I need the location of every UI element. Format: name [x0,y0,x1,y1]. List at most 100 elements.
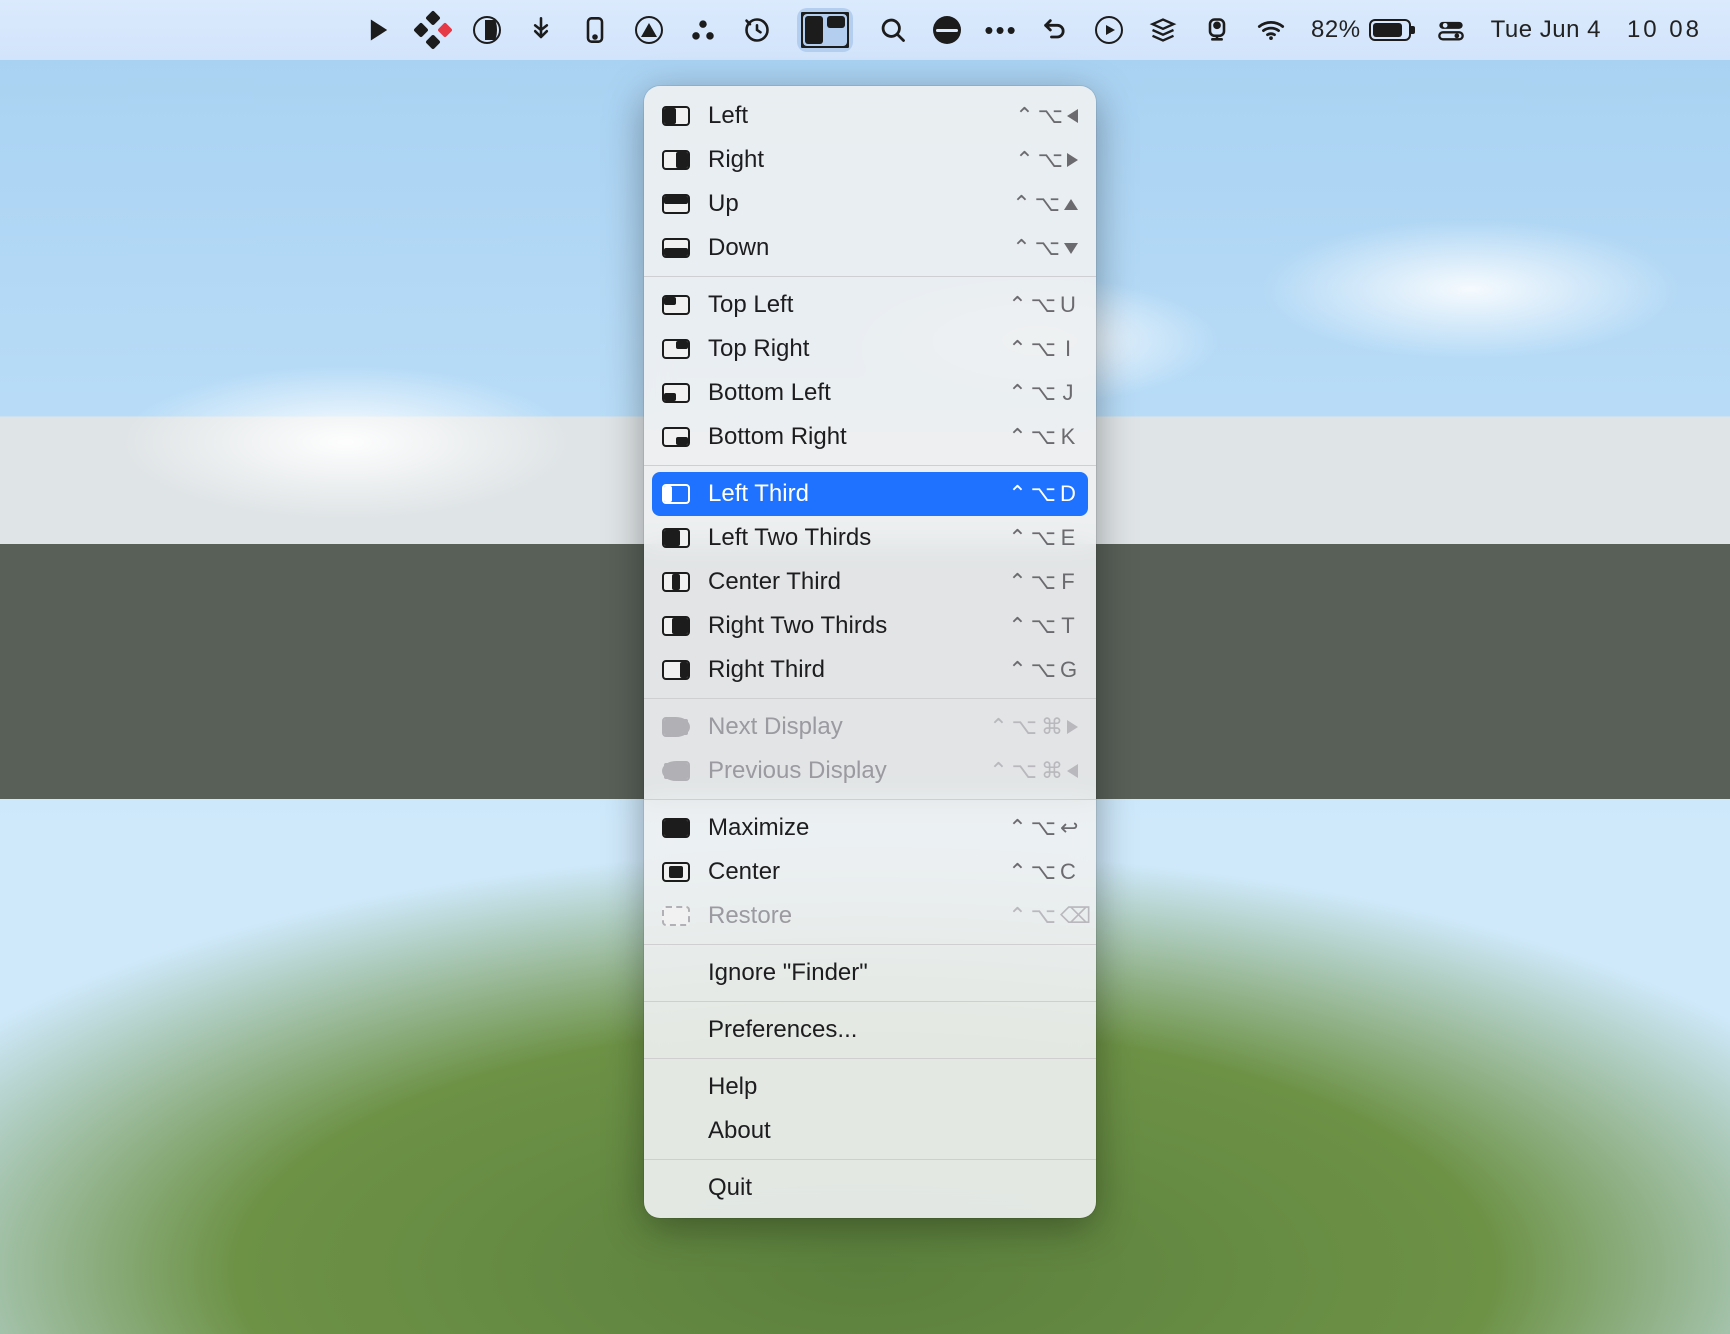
menu-shortcut: ⌃⌥J [1008,380,1078,406]
menubar-app-icon-14[interactable] [1203,16,1231,44]
menu-item-label: Previous Display [708,757,971,785]
menu-shortcut: ⌃⌥E [1008,525,1078,551]
menu-separator [644,799,1096,800]
menu-shortcut: ⌃⌥U [1008,292,1078,318]
menu-item-label: Down [708,234,994,262]
menu-item-label: Top Left [708,291,990,319]
menu-item-label: Right Third [708,656,990,684]
window-glyph-leftthird-icon [662,484,690,504]
menubar-app-icon-7[interactable] [689,16,717,44]
control-center-icon[interactable] [1437,16,1465,44]
wifi-icon[interactable] [1257,16,1285,44]
window-glyph-down-icon [662,238,690,258]
menu-shortcut: ⌃⌥I [1008,336,1078,362]
window-glyph-none-icon [662,906,690,926]
battery-percent-text: 82% [1311,16,1361,44]
menu-shortcut: ⌃⌥⌫ [1008,903,1078,929]
menu-item-label: Help [708,1073,1078,1101]
window-glyph-up-icon [662,194,690,214]
window-glyph-full-icon [662,818,690,838]
menu-item-right-two-thirds[interactable]: Right Two Thirds ⌃⌥T [644,604,1096,648]
menu-item-right-third[interactable]: Right Third ⌃⌥G [644,648,1096,692]
menu-item-label: Maximize [708,814,990,842]
menubar-app-icon-1[interactable] [365,16,393,44]
menu-shortcut: ⌃⌥T [1008,613,1078,639]
menu-item-bottom-left[interactable]: Bottom Left⌃⌥J [644,371,1096,415]
menu-item-center[interactable]: Center ⌃⌥C [644,850,1096,894]
menu-item-label: Next Display [708,713,971,741]
menu-separator [644,1001,1096,1002]
menubar-app-icon-6[interactable] [635,16,663,44]
rectangle-dropdown-menu: Left⌃⌥Right⌃⌥Up⌃⌥Down⌃⌥Top Left⌃⌥UTop Ri… [644,86,1096,1218]
window-glyph-center-icon [662,862,690,882]
menu-shortcut: ⌃⌥⌘ [989,758,1078,784]
menu-shortcut: ⌃⌥ [1015,103,1078,129]
menu-item-label: Top Right [708,335,990,363]
menubar-app-icon-10[interactable] [933,16,961,44]
menu-item-up[interactable]: Up⌃⌥ [644,182,1096,226]
menu-item-label: Ignore "Finder" [708,959,1078,987]
menubar-time[interactable]: 10 08 [1627,16,1702,44]
menu-item-restore: Restore⌃⌥⌫ [644,894,1096,938]
menu-item-label: Bottom Right [708,423,990,451]
menu-shortcut: ⌃⌥G [1008,657,1078,683]
menu-separator [644,465,1096,466]
menu-item-label: Left Two Thirds [708,524,990,552]
menu-item-left-third[interactable]: Left Third ⌃⌥D [652,472,1088,516]
window-glyph-right-icon [662,150,690,170]
menubar-app-icon-2[interactable] [419,16,447,44]
menubar-app-icon-13[interactable] [1149,16,1177,44]
menu-separator [644,1159,1096,1160]
menu-item-right[interactable]: Right ⌃⌥ [644,138,1096,182]
menu-item-left[interactable]: Left ⌃⌥ [644,94,1096,138]
window-glyph-bottomleft-icon [662,383,690,403]
menu-item-label: Center Third [708,568,990,596]
menu-shortcut: ⌃⌥C [1008,859,1078,885]
menu-shortcut: ⌃⌥K [1008,424,1078,450]
menu-item-down[interactable]: Down ⌃⌥ [644,226,1096,270]
menu-bar: ••• 82% Tue Jun 4 10 08 [0,0,1730,60]
menu-item-center-third[interactable]: Center Third⌃⌥F [644,560,1096,604]
window-glyph-bottomright-icon [662,427,690,447]
rectangle-menubar-icon[interactable] [797,8,853,52]
window-glyph-lefttwothirds-icon [662,528,690,548]
menubar-app-icon-11[interactable] [1041,16,1069,44]
menu-item-label: Center [708,858,990,886]
menu-item-quit[interactable]: Quit [644,1166,1096,1210]
menubar-app-icon-8[interactable] [743,16,771,44]
window-glyph-topright-icon [662,339,690,359]
menubar-date[interactable]: Tue Jun 4 [1491,16,1601,44]
menu-item-label: Right [708,146,997,174]
menu-shortcut: ⌃⌥ [1012,191,1078,217]
menu-item-left-two-thirds[interactable]: Left Two Thirds ⌃⌥E [644,516,1096,560]
menu-item-about[interactable]: About [644,1109,1096,1153]
window-glyph-centerthird-icon [662,572,690,592]
menu-item-preferences[interactable]: Preferences... [644,1008,1096,1052]
menu-shortcut: ⌃⌥ [1012,235,1078,261]
menubar-app-icon-3[interactable] [473,16,501,44]
menu-item-ignore-finder[interactable]: Ignore "Finder" [644,951,1096,995]
menu-item-label: About [708,1117,1078,1145]
menu-item-top-right[interactable]: Top Right ⌃⌥I [644,327,1096,371]
menubar-app-icon-4[interactable] [527,16,555,44]
menu-item-label: Quit [708,1174,1078,1202]
menu-item-help[interactable]: Help [644,1065,1096,1109]
menu-shortcut: ⌃⌥↩ [1008,815,1078,841]
menu-shortcut: ⌃⌥D [1008,481,1078,507]
menu-item-label: Left Third [708,480,990,508]
menu-item-next-display: Next Display ⌃⌥⌘ [644,705,1096,749]
menu-item-top-left[interactable]: Top Left ⌃⌥U [644,283,1096,327]
menu-item-label: Left [708,102,997,130]
menubar-more-icon[interactable]: ••• [987,16,1015,44]
menu-separator [644,944,1096,945]
menu-item-maximize[interactable]: Maximize ⌃⌥↩ [644,806,1096,850]
spotlight-search-icon[interactable] [879,16,907,44]
battery-status[interactable]: 82% [1311,16,1411,44]
menu-shortcut: ⌃⌥⌘ [989,714,1078,740]
menu-item-bottom-right[interactable]: Bottom Right ⌃⌥K [644,415,1096,459]
menubar-app-icon-5[interactable] [581,16,609,44]
menu-item-label: Right Two Thirds [708,612,990,640]
window-glyph-topleft-icon [662,295,690,315]
menu-shortcut: ⌃⌥ [1015,147,1078,173]
menubar-app-icon-12[interactable] [1095,16,1123,44]
